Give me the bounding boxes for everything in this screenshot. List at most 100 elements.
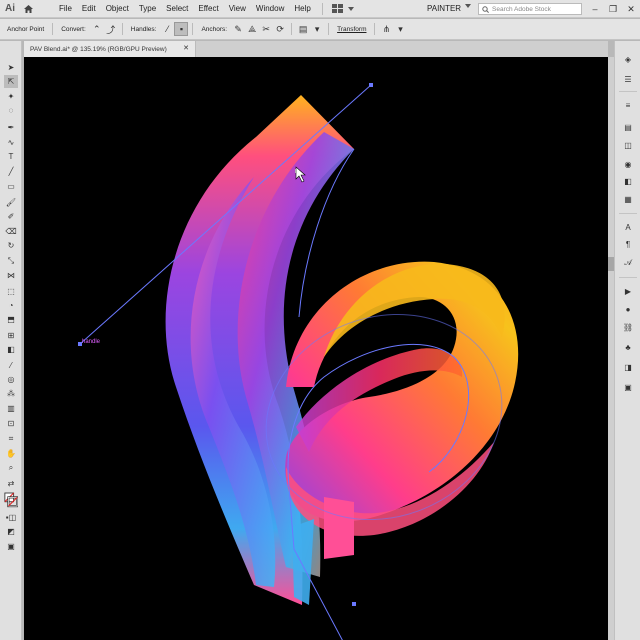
menu-object[interactable]: Object [101,0,134,18]
cut-path-icon[interactable]: ✂ [259,22,273,36]
artboard-canvas[interactable]: handle [24,57,608,640]
transform-link[interactable]: Transform [333,26,370,33]
menu-effect[interactable]: Effect [193,0,223,18]
convert-smooth-icon[interactable]: ⤴ [104,22,118,36]
selection-tool-icon[interactable]: ➤ [4,61,18,74]
ribbon-leg-pink[interactable] [324,497,354,559]
tools-panel: ➤ ⇱ ✦ ◌ ✒ ∿ T ╱ ▭ 🖌 ✐ ⌫ ↻ ⤡ ⋈ ⬚ ◔ ⬒ ⊞ ◧ … [0,41,22,640]
control-separator [291,23,293,35]
home-icon[interactable] [20,0,36,18]
document-tab[interactable]: PAV Blend.ai* @ 135.19% (RGB/GPU Preview… [24,41,196,57]
handles-label: Handles: [130,25,157,33]
panel-dock: ◈ ☰ ≡ ▤ ◫ ◉ ◧ ▦ A ¶ 𝒜 ▶ ● ⛓ ♣ ◨ ▣ [614,41,640,640]
restore-icon[interactable]: ❐ [604,0,622,18]
symbols-icon[interactable]: ♣ [621,341,635,354]
navigator-icon[interactable]: ▣ [621,381,635,394]
app-logo: Ai [5,3,15,14]
menu-type[interactable]: Type [134,0,161,18]
eyedropper-tool-icon[interactable]: ⁄ [4,359,18,372]
eraser-tool-icon[interactable]: ⌫ [4,225,18,238]
symbol-sprayer-tool-icon[interactable]: ⁂ [4,387,18,400]
rotate-tool-icon[interactable]: ↻ [4,239,18,252]
handle-label: handle [82,339,101,345]
scale-tool-icon[interactable]: ⤡ [4,254,18,267]
control-bar: Anchor Point Convert: ⌃ ⤴ Handles: ⁄ ▪ A… [0,19,640,40]
artwork[interactable]: handle [24,57,608,640]
ribbon-leg-blue[interactable] [292,519,314,605]
opentype-icon[interactable]: 𝒜 [621,256,635,269]
chevron-down-icon[interactable]: ▾ [393,22,407,36]
swap-fill-stroke-icon[interactable]: ⇄ [4,477,18,490]
menu-window[interactable]: Window [251,0,289,18]
perspective-grid-tool-icon[interactable]: ⬒ [4,313,18,326]
gradient-panel-icon[interactable]: ◧ [621,175,635,188]
show-handles-icon[interactable]: ⁄ [160,22,174,36]
layers-icon[interactable]: ◈ [621,53,635,66]
control-separator [374,23,376,35]
zoom-tool-icon[interactable]: ⌕ [4,461,18,474]
align-icon[interactable]: ▤ [296,22,310,36]
properties-icon[interactable]: ≡ [621,99,635,112]
menu-items: File Edit Object Type Select Effect View… [54,0,316,18]
paintbrush-tool-icon[interactable]: 🖌 [4,196,18,209]
hand-tool-icon[interactable]: ✋ [4,447,18,460]
artboard-tool-icon[interactable]: ⊡ [4,417,18,430]
search-placeholder: Search Adobe Stock [492,5,551,13]
slice-tool-icon[interactable]: ⌗ [4,432,18,445]
connect-anchors-icon[interactable]: ⟁ [245,22,259,36]
rectangle-tool-icon[interactable]: ▭ [4,180,18,193]
menu-help[interactable]: Help [289,0,315,18]
appearance-icon[interactable]: ◫ [621,139,635,152]
free-transform-tool-icon[interactable]: ⬚ [4,285,18,298]
remove-anchor-icon[interactable]: ✎ [231,22,245,36]
hide-handles-icon[interactable]: ▪ [174,22,189,36]
graph-tool-icon[interactable]: ▥ [4,402,18,415]
width-tool-icon[interactable]: ⋈ [4,269,18,282]
gradient-tool-icon[interactable]: ◧ [4,343,18,356]
screen-mode-icon[interactable]: ▣ [4,540,18,553]
shape-builder-icon[interactable]: ⋔ [379,22,393,36]
line-tool-icon[interactable]: ╱ [4,165,18,178]
links-icon[interactable]: ⛓ [621,321,635,334]
search-stock-input[interactable]: Search Adobe Stock [478,3,582,15]
control-separator [328,23,330,35]
blend-tool-icon[interactable]: ◎ [4,373,18,386]
fill-stroke-swatch-icon[interactable] [4,490,18,510]
menu-bar: Ai File Edit Object Type Select Effect V… [0,0,640,18]
lasso-tool-icon[interactable]: ◌ [4,104,18,117]
close-icon[interactable]: ✕ [622,0,640,18]
type-tool-icon[interactable]: T [4,150,18,163]
libraries-icon[interactable]: ☰ [621,73,635,86]
arrange-documents-icon[interactable] [329,3,357,14]
minimize-icon[interactable]: – [586,0,604,18]
chevron-down-icon[interactable]: ▾ [310,22,324,36]
menu-separator [321,2,323,15]
mesh-tool-icon[interactable]: ⊞ [4,329,18,342]
workspace-switcher[interactable]: PAINTER [427,0,472,18]
drawing-mode-icon[interactable]: ◩ [4,525,18,538]
character-icon[interactable]: A [621,221,635,234]
curvature-tool-icon[interactable]: ∿ [4,136,18,149]
shaper-tool-icon[interactable]: ✐ [4,210,18,223]
color-mode-icon[interactable]: ▪◫ [4,511,18,524]
close-icon[interactable]: ✕ [183,44,189,52]
isolate-icon[interactable]: ⟳ [273,22,287,36]
shape-builder-tool-icon[interactable]: ◔ [4,299,18,312]
paragraph-icon[interactable]: ¶ [621,238,635,251]
convert-label: Convert: [61,25,86,33]
artboards-icon[interactable]: ▤ [621,121,635,134]
dock-spacer [621,201,635,214]
menu-edit[interactable]: Edit [77,0,101,18]
menu-select[interactable]: Select [161,0,193,18]
transparency-icon[interactable]: ◨ [621,361,635,374]
pen-tool-icon[interactable]: ✒ [4,121,18,134]
stroke-panel-icon[interactable]: ● [621,303,635,316]
menu-view[interactable]: View [224,0,251,18]
magic-wand-tool-icon[interactable]: ✦ [4,90,18,103]
swatches-icon[interactable]: ◉ [621,158,635,171]
actions-icon[interactable]: ▶ [621,285,635,298]
convert-corner-icon[interactable]: ⌃ [90,22,104,36]
menu-file[interactable]: File [54,0,77,18]
direct-selection-tool-icon[interactable]: ⇱ [4,75,18,88]
workspace-name: PAINTER [427,4,462,13]
